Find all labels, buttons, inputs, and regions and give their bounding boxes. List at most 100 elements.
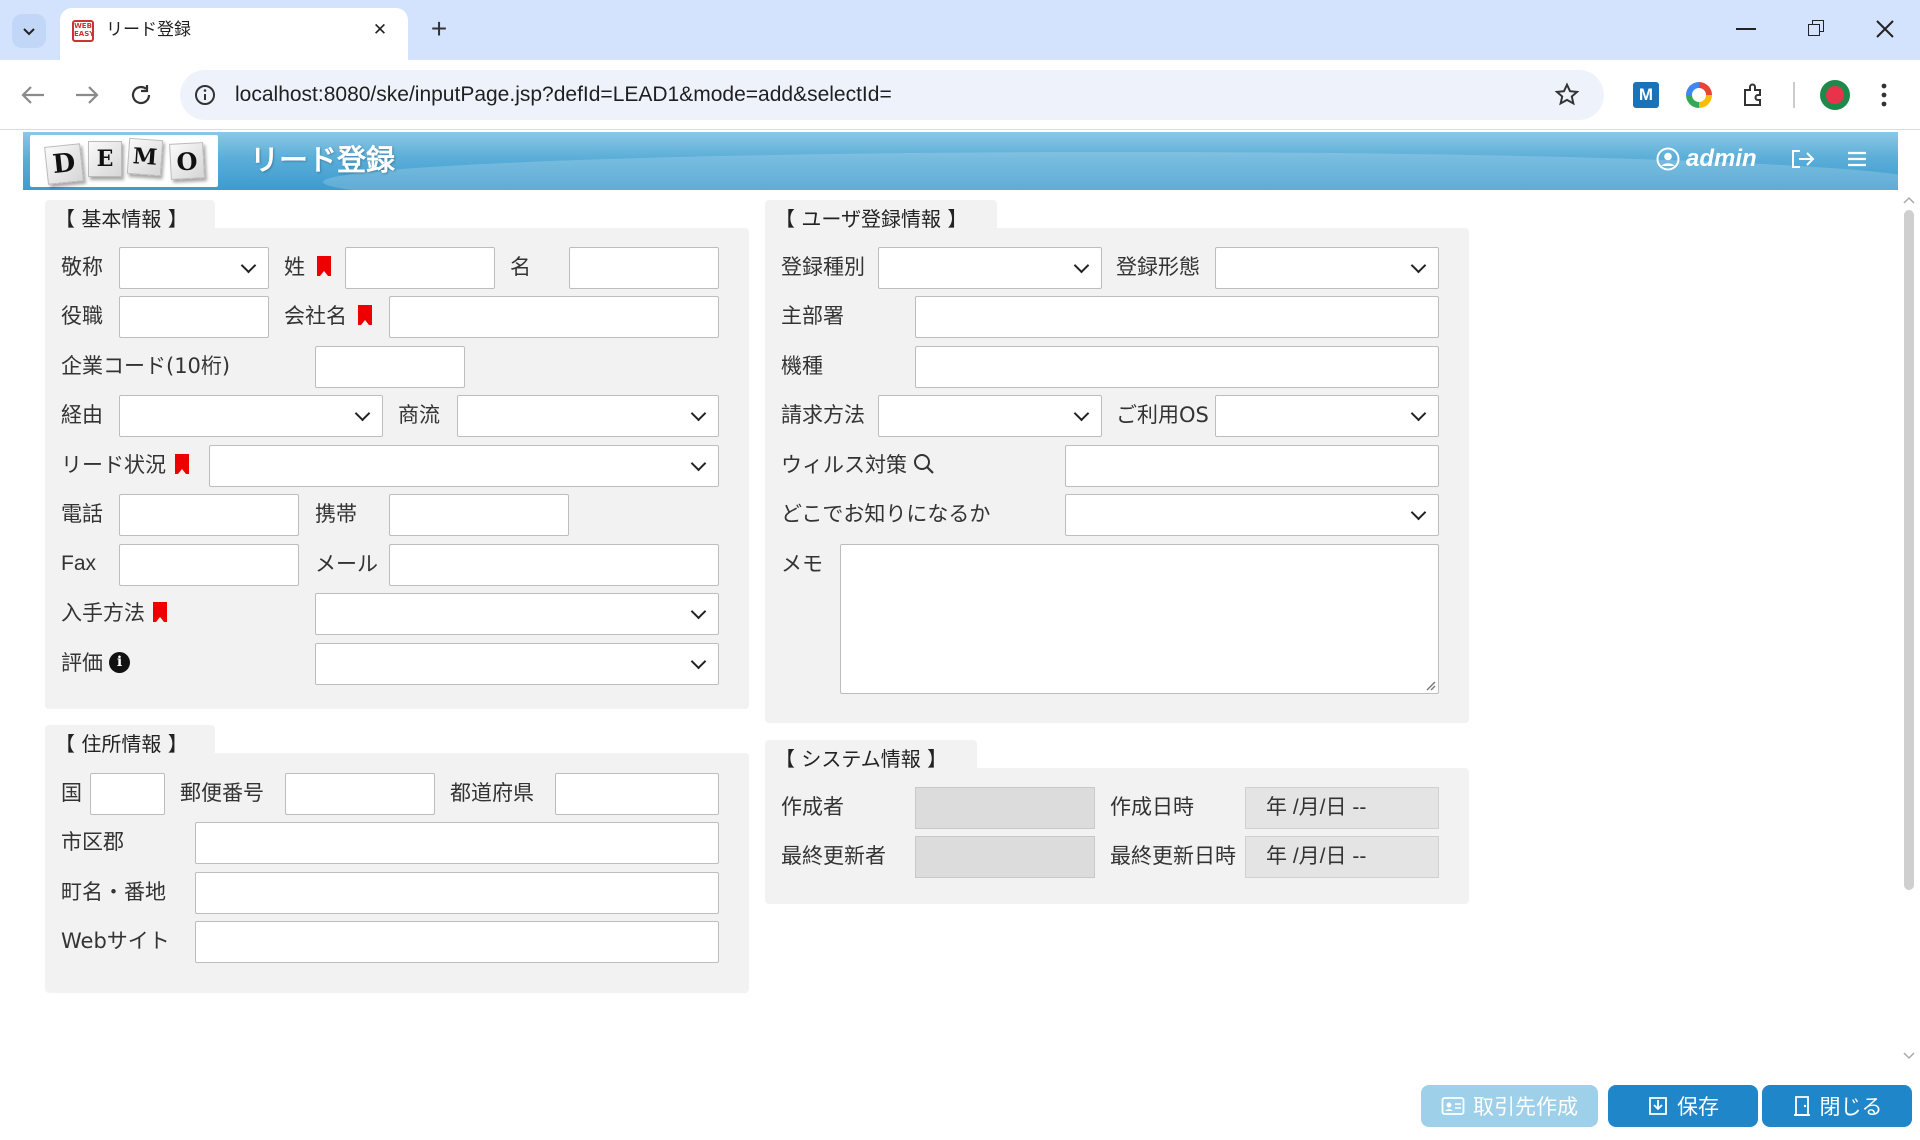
created-at-field: 年 /月/日 -- bbox=[1245, 787, 1439, 829]
company-code-label: 企業コード(10桁) bbox=[61, 354, 231, 378]
updated-at-field: 年 /月/日 -- bbox=[1245, 836, 1439, 878]
last-name-label: 姓 bbox=[284, 255, 305, 279]
first-name-input[interactable] bbox=[569, 247, 719, 289]
billing-method-select[interactable] bbox=[878, 395, 1102, 437]
app-title: リード登録 bbox=[250, 143, 396, 177]
creator-field bbox=[915, 787, 1095, 829]
search-icon[interactable] bbox=[912, 452, 936, 476]
logout-icon[interactable] bbox=[1790, 148, 1816, 170]
street-label: 町名・番地 bbox=[61, 880, 166, 904]
browser-menu-icon[interactable] bbox=[1880, 82, 1888, 108]
chevron-down-icon bbox=[23, 28, 35, 36]
site-info-icon[interactable] bbox=[194, 84, 216, 106]
tab-title: リード登録 bbox=[106, 20, 191, 39]
updater-field bbox=[915, 836, 1095, 878]
hamburger-menu-icon[interactable] bbox=[1846, 150, 1868, 168]
back-arrow-icon[interactable] bbox=[20, 84, 46, 106]
required-marker-icon bbox=[175, 454, 189, 474]
extensions-puzzle-icon[interactable] bbox=[1740, 82, 1766, 108]
created-at-label: 作成日時 bbox=[1110, 795, 1194, 819]
country-input[interactable] bbox=[90, 773, 165, 815]
tab-search-button[interactable] bbox=[12, 14, 46, 48]
last-name-input[interactable] bbox=[345, 247, 495, 289]
extension-color-icon[interactable] bbox=[1686, 82, 1712, 108]
reload-icon[interactable] bbox=[128, 82, 154, 108]
antivirus-input[interactable] bbox=[1065, 445, 1439, 487]
registration-type-select[interactable] bbox=[878, 247, 1102, 289]
lead-status-select[interactable] bbox=[209, 445, 719, 487]
resize-handle-icon[interactable] bbox=[1424, 679, 1436, 691]
company-input[interactable] bbox=[389, 296, 719, 338]
source-select[interactable] bbox=[1065, 494, 1439, 536]
position-input[interactable] bbox=[119, 296, 269, 338]
create-partner-label: 取引先作成 bbox=[1473, 1095, 1578, 1119]
postal-code-input[interactable] bbox=[285, 773, 435, 815]
city-label: 市区郡 bbox=[61, 830, 124, 854]
street-input[interactable] bbox=[195, 872, 719, 914]
phone-input[interactable] bbox=[119, 494, 299, 536]
new-tab-button[interactable]: + bbox=[422, 12, 456, 46]
creator-label: 作成者 bbox=[781, 795, 844, 819]
website-input[interactable] bbox=[195, 921, 719, 963]
city-input[interactable] bbox=[195, 822, 719, 864]
website-label: Webサイト bbox=[61, 929, 170, 953]
acquisition-select[interactable] bbox=[315, 593, 719, 635]
os-select[interactable] bbox=[1215, 395, 1439, 437]
address-bar[interactable]: localhost:8080/ske/inputPage.jsp?defId=L… bbox=[180, 70, 1604, 120]
phone-label: 電話 bbox=[61, 502, 103, 526]
prefecture-input[interactable] bbox=[555, 773, 719, 815]
extension-m-icon[interactable]: M bbox=[1633, 82, 1659, 108]
mobile-input[interactable] bbox=[389, 494, 569, 536]
minimize-window-icon[interactable] bbox=[1736, 28, 1756, 30]
updated-at-label: 最終更新日時 bbox=[1110, 844, 1236, 868]
distribution-label: 商流 bbox=[398, 403, 440, 427]
company-code-input[interactable] bbox=[315, 346, 465, 388]
billing-method-label: 請求方法 bbox=[781, 403, 865, 427]
door-icon bbox=[1793, 1096, 1810, 1116]
create-partner-button[interactable]: 取引先作成 bbox=[1421, 1085, 1598, 1127]
fax-input[interactable] bbox=[119, 544, 299, 586]
scroll-down-icon[interactable] bbox=[1903, 1052, 1915, 1060]
toolbar-divider bbox=[1793, 82, 1795, 108]
os-label: ご利用OS bbox=[1116, 403, 1209, 427]
prefecture-label: 都道府県 bbox=[450, 781, 534, 805]
page-scrollbar[interactable] bbox=[1898, 190, 1920, 1070]
distribution-select[interactable] bbox=[457, 395, 719, 437]
mail-input[interactable] bbox=[389, 544, 719, 586]
close-window-icon[interactable] bbox=[1876, 20, 1894, 38]
restore-window-icon[interactable] bbox=[1808, 20, 1824, 36]
demo-logo: D E M O bbox=[30, 135, 218, 187]
scrollbar-thumb[interactable] bbox=[1904, 210, 1914, 890]
updater-label: 最終更新者 bbox=[781, 844, 886, 868]
registration-type-label: 登録種別 bbox=[781, 255, 865, 279]
close-label: 閉じる bbox=[1819, 1095, 1883, 1119]
honorific-label: 敬称 bbox=[61, 255, 103, 279]
logo-die-o: O bbox=[169, 142, 205, 180]
source-label: どこでお知りになるか bbox=[781, 502, 991, 526]
scroll-up-icon[interactable] bbox=[1903, 196, 1915, 204]
browser-tab[interactable]: WEB EASY リード登録 ✕ bbox=[60, 8, 408, 60]
mobile-label: 携帯 bbox=[315, 502, 357, 526]
user-name[interactable]: admin bbox=[1686, 144, 1757, 174]
bookmark-star-icon[interactable] bbox=[1554, 82, 1580, 108]
registration-form-select[interactable] bbox=[1215, 247, 1439, 289]
info-icon[interactable]: i bbox=[109, 652, 130, 673]
honorific-select[interactable] bbox=[119, 247, 269, 289]
tab-close-icon[interactable]: ✕ bbox=[366, 16, 394, 44]
close-button[interactable]: 閉じる bbox=[1762, 1085, 1912, 1127]
profile-avatar[interactable] bbox=[1820, 80, 1850, 110]
forward-arrow-icon[interactable] bbox=[74, 84, 100, 106]
memo-textarea[interactable] bbox=[840, 544, 1439, 694]
url-text[interactable]: localhost:8080/ske/inputPage.jsp?defId=L… bbox=[235, 82, 892, 108]
required-marker-icon bbox=[317, 256, 331, 276]
main-department-input[interactable] bbox=[915, 296, 1439, 338]
save-button[interactable]: 保存 bbox=[1608, 1085, 1758, 1127]
route-select[interactable] bbox=[119, 395, 383, 437]
rating-select[interactable] bbox=[315, 643, 719, 685]
acquisition-label: 入手方法 bbox=[61, 601, 145, 625]
main-department-label: 主部署 bbox=[781, 304, 844, 328]
postal-code-label: 郵便番号 bbox=[180, 781, 264, 805]
fax-label: Fax bbox=[61, 552, 97, 575]
user-icon bbox=[1656, 147, 1680, 171]
model-input[interactable] bbox=[915, 346, 1439, 388]
